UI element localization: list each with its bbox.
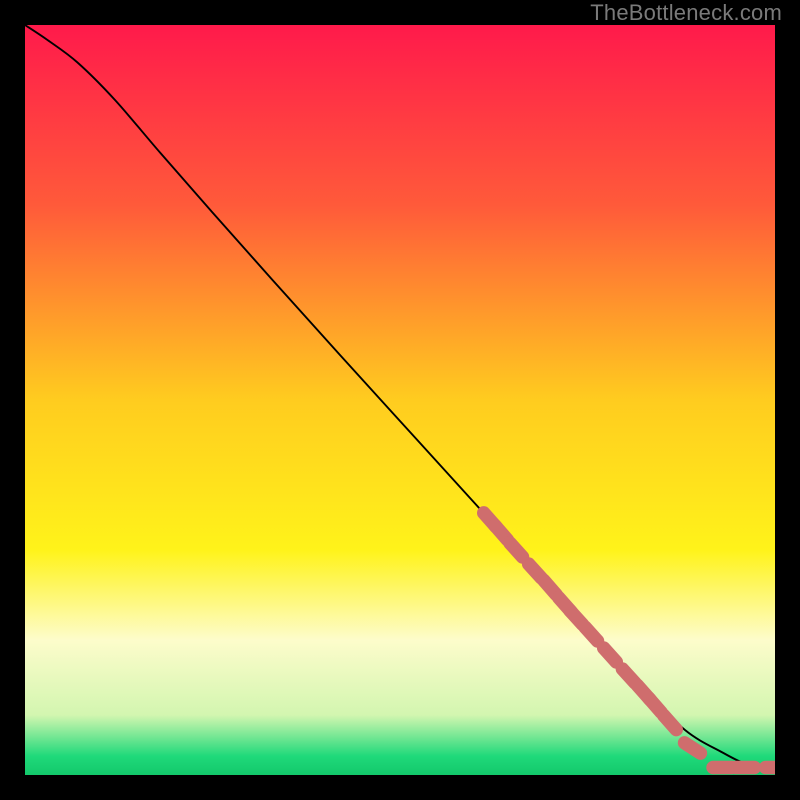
marker-pill: [544, 580, 556, 594]
chart-svg: [25, 25, 775, 775]
watermark-text: TheBottleneck.com: [590, 0, 782, 26]
chart-background: [25, 25, 775, 775]
marker-pill: [664, 715, 677, 729]
marker-pill: [649, 698, 661, 712]
marker-pill: [604, 648, 617, 662]
marker-pill: [495, 526, 507, 540]
marker-pill: [685, 743, 701, 753]
marker-pill: [510, 543, 523, 557]
marker-pill: [585, 627, 598, 641]
chart-container: TheBottleneck.com: [0, 0, 800, 800]
